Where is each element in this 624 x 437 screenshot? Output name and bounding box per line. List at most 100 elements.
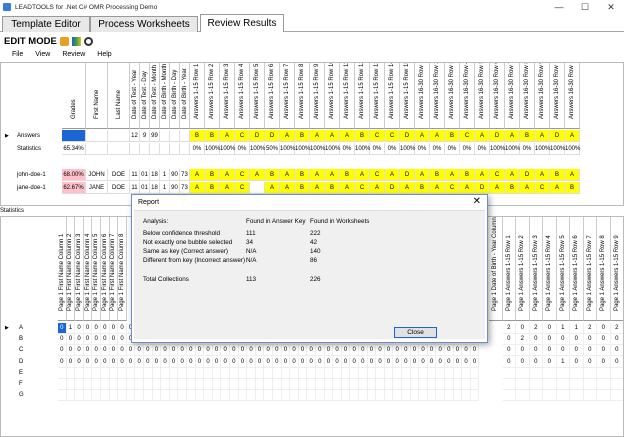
grid-cell[interactable] bbox=[436, 390, 445, 402]
chart-icon[interactable] bbox=[71, 37, 81, 46]
column-header[interactable]: Date of Test - Month bbox=[150, 63, 160, 129]
grid-cell[interactable]: 0% bbox=[190, 143, 205, 155]
grid-cell[interactable] bbox=[298, 390, 308, 402]
grid-cell[interactable]: 0 bbox=[384, 356, 394, 368]
grid-cell[interactable]: A bbox=[475, 169, 490, 181]
grid-cell[interactable]: 0 bbox=[427, 356, 437, 368]
grid-cell[interactable] bbox=[101, 390, 110, 402]
grid-cell[interactable] bbox=[502, 367, 516, 379]
column-header[interactable]: Answers 1-15 Row 14 bbox=[385, 63, 400, 129]
grid-cell[interactable] bbox=[610, 390, 623, 402]
grid-cell[interactable] bbox=[230, 379, 239, 390]
column-header[interactable]: Page 1 Answers 1-15 Row 3 bbox=[529, 217, 543, 321]
grid-cell[interactable] bbox=[212, 390, 222, 402]
grid-cell[interactable] bbox=[126, 379, 136, 390]
lock-icon[interactable] bbox=[59, 37, 69, 46]
grid-cell[interactable]: D bbox=[250, 130, 265, 142]
column-header[interactable]: Page 1 First Name Column 4 bbox=[83, 217, 93, 321]
grid-cell[interactable]: 0 bbox=[367, 345, 377, 357]
grid-cell[interactable]: A bbox=[340, 130, 355, 142]
grid-cell[interactable] bbox=[333, 390, 342, 402]
grid-cell[interactable]: B bbox=[295, 182, 310, 194]
grid-cell[interactable] bbox=[324, 367, 334, 379]
grid-cell[interactable]: 0 bbox=[393, 356, 402, 368]
column-header[interactable]: Date of Birth - Year bbox=[180, 63, 190, 129]
grid-cell[interactable] bbox=[75, 379, 84, 390]
grid-cell[interactable]: 18 bbox=[150, 182, 160, 194]
grid-cell[interactable]: C bbox=[460, 130, 475, 142]
grid-cell[interactable]: 0 bbox=[178, 356, 187, 368]
grid-cell[interactable]: 100% bbox=[490, 143, 505, 155]
grid-cell[interactable] bbox=[502, 390, 516, 402]
grid-cell[interactable]: B bbox=[205, 130, 220, 142]
row-label[interactable]: C bbox=[19, 345, 23, 356]
grid-cell[interactable]: B bbox=[565, 182, 580, 194]
grid-cell[interactable]: 0 bbox=[83, 356, 93, 368]
grid-cell[interactable]: 0 bbox=[118, 356, 127, 368]
column-header[interactable]: Answers 16-30 Row 4 bbox=[460, 63, 475, 129]
grid-cell[interactable]: 0 bbox=[83, 334, 93, 346]
grid-cell[interactable] bbox=[92, 390, 101, 402]
grid-cell[interactable]: 1 bbox=[556, 356, 570, 368]
grid-cell[interactable]: 0 bbox=[516, 356, 530, 368]
grid-cell[interactable] bbox=[180, 130, 190, 142]
grid-cell[interactable] bbox=[169, 379, 179, 390]
grid-cell[interactable]: 0 bbox=[118, 323, 127, 334]
menu-file[interactable]: File bbox=[12, 51, 23, 62]
grid-cell[interactable] bbox=[169, 390, 179, 402]
grid-cell[interactable] bbox=[610, 379, 623, 390]
grid-cell[interactable] bbox=[75, 390, 84, 402]
grid-cell[interactable]: 0 bbox=[152, 356, 162, 368]
grid-cell[interactable] bbox=[597, 390, 611, 402]
grid-cell[interactable]: DOE bbox=[108, 182, 130, 194]
column-header[interactable]: Answers 16-30 Row 3 bbox=[445, 63, 460, 129]
grid-cell[interactable]: A bbox=[490, 182, 505, 194]
column-header[interactable]: Page 1 Answers 1-15 Row 9 bbox=[610, 217, 623, 321]
row-label[interactable]: B bbox=[19, 334, 23, 345]
grid-cell[interactable]: 0 bbox=[376, 345, 385, 357]
grid-cell[interactable]: 0 bbox=[350, 356, 359, 368]
grid-cell[interactable]: 0 bbox=[66, 356, 76, 368]
grid-cell[interactable] bbox=[187, 390, 196, 402]
grid-cell[interactable] bbox=[161, 367, 170, 379]
grid-cell[interactable]: 0 bbox=[597, 345, 611, 357]
column-header[interactable]: Date of Test - Day bbox=[140, 63, 150, 129]
grid-cell[interactable] bbox=[529, 379, 543, 390]
column-header[interactable]: Date of Test - Year bbox=[130, 63, 140, 129]
grid-cell[interactable]: 100% bbox=[325, 143, 340, 155]
column-header[interactable]: First Name bbox=[86, 63, 108, 129]
grid-cell[interactable]: 0 bbox=[410, 356, 420, 368]
grid-cell[interactable]: 9 bbox=[140, 130, 150, 142]
grid-cell[interactable] bbox=[221, 379, 230, 390]
grid-cell[interactable]: A bbox=[565, 130, 580, 142]
column-header[interactable]: Answers 16-30 Row 5 bbox=[475, 63, 490, 129]
column-header[interactable]: Answers 16-30 Row 2 bbox=[430, 63, 445, 129]
grid-cell[interactable]: 0 bbox=[58, 323, 67, 334]
grid-cell[interactable]: 0 bbox=[402, 345, 411, 357]
grid-cell[interactable]: 0 bbox=[556, 334, 570, 346]
grid-cell[interactable]: D bbox=[475, 182, 490, 194]
grid-cell[interactable] bbox=[255, 390, 265, 402]
grid-cell[interactable] bbox=[610, 368, 623, 379]
grid-cell[interactable]: 0 bbox=[341, 345, 351, 357]
grid-cell[interactable]: 0 bbox=[350, 345, 359, 357]
grid-cell[interactable] bbox=[109, 379, 119, 390]
grid-cell[interactable] bbox=[393, 367, 402, 379]
grid-cell[interactable]: A bbox=[190, 169, 205, 181]
grid-cell[interactable]: DOE bbox=[108, 169, 130, 181]
grid-cell[interactable]: B bbox=[295, 130, 310, 142]
column-header[interactable]: Page 1 First Name Column 3 bbox=[75, 217, 84, 321]
grid-cell[interactable] bbox=[83, 367, 93, 379]
grid-cell[interactable]: 0 bbox=[570, 345, 584, 357]
grid-cell[interactable]: 0 bbox=[281, 356, 291, 368]
grid-cell[interactable]: 0 bbox=[543, 345, 557, 357]
tab-process-worksheets[interactable]: Process Worksheets bbox=[90, 16, 198, 32]
grid-cell[interactable] bbox=[529, 367, 543, 379]
grid-cell[interactable]: A bbox=[280, 182, 295, 194]
grid-cell[interactable] bbox=[135, 390, 144, 402]
grid-cell[interactable]: 0% bbox=[235, 143, 250, 155]
grid-cell[interactable]: A bbox=[325, 169, 340, 181]
grid-cell[interactable] bbox=[204, 367, 213, 379]
grid-cell[interactable]: 0 bbox=[384, 345, 394, 357]
close-window-button[interactable]: ✕ bbox=[598, 0, 624, 14]
